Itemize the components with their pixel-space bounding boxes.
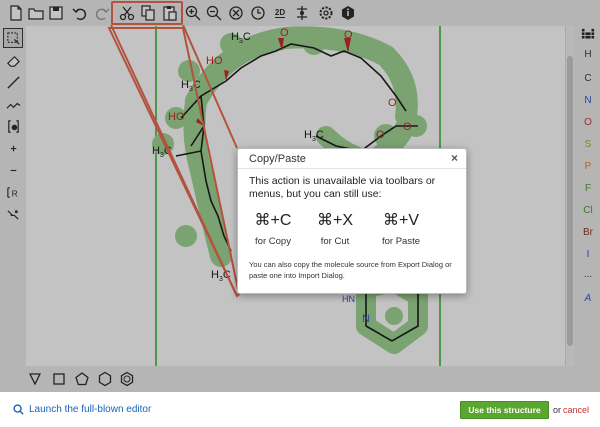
dialog-title: Copy/Paste <box>249 153 306 165</box>
dialog-message: This action is unavailable via toolbars … <box>249 175 436 200</box>
ketcher-editor: 2D R HO H3C HO H3C H3C H3C H3C O O O O O… <box>0 0 600 392</box>
shortcut-paste-label: for Paste <box>381 236 421 247</box>
shortcut-copy-label: for Copy <box>255 236 291 247</box>
close-icon[interactable]: × <box>451 151 458 165</box>
launch-editor-label: Launch the full-blown editor <box>29 404 152 415</box>
launch-editor-link[interactable]: Launch the full-blown editor <box>13 404 151 415</box>
shortcut-copy-key: ⌘+C <box>254 212 292 229</box>
search-icon <box>13 404 24 415</box>
shortcut-cut-label: for Cut <box>320 236 350 247</box>
dialog-header: Copy/Paste × <box>238 149 466 169</box>
dialog-note: You can also copy the molecule source fr… <box>249 260 452 280</box>
use-structure-button[interactable]: Use this structure <box>460 401 549 419</box>
copy-paste-dialog: Copy/Paste × This action is unavailable … <box>237 148 467 294</box>
shortcut-cut-key: ⌘+X <box>316 212 353 229</box>
or-text: or <box>553 405 562 415</box>
shortcut-paste-key: ⌘+V <box>382 212 419 229</box>
cancel-link[interactable]: cancel <box>563 405 589 415</box>
footer: Launch the full-blown editor Use this st… <box>0 392 600 427</box>
editor-window: 2D R HO H3C HO H3C H3C H3C H3C O O O O O… <box>0 0 600 427</box>
